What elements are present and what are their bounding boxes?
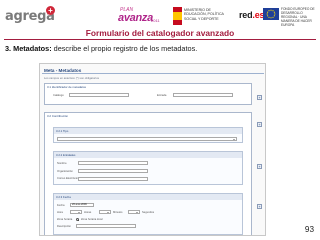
avanza-suffix: 2011 bbox=[151, 18, 160, 23]
spain-flag-icon bbox=[173, 7, 182, 25]
minutes-select[interactable] bbox=[99, 210, 111, 214]
ministerio-logo: MINISTERIO DE EDUCACIÓN, POLÍTICA SOCIAL… bbox=[173, 7, 229, 27]
seconds-label: Segundos bbox=[142, 211, 155, 214]
agrega-plus-icon: + bbox=[46, 6, 55, 15]
date-subpanel: 3.2.3 Fecha Fecha 20-ene-2009 Hora Horas… bbox=[53, 193, 243, 235]
date-description-label: Descripción bbox=[57, 225, 72, 228]
form-description: Los campos en asterisco (*) son obligato… bbox=[44, 76, 100, 80]
metadata-form-screenshot: Meta - Metadatos Los campos en asterisco… bbox=[39, 63, 266, 236]
hours-select[interactable] bbox=[70, 210, 82, 214]
eu-text: FONDO EUROPEO DE DESARROLLO REGIONAL · U… bbox=[281, 7, 315, 27]
type-subpanel-title: 3.2.1 Tipo bbox=[54, 128, 242, 134]
entities-subpanel: 3.2.2 Entidades Nombre Organización Corr… bbox=[53, 151, 243, 185]
type-subpanel: 3.2.1 Tipo bbox=[53, 127, 243, 143]
ministerio-text: MINISTERIO DE EDUCACIÓN, POLÍTICA SOCIAL… bbox=[184, 8, 224, 21]
title-divider bbox=[4, 39, 316, 40]
page-number: 93 bbox=[304, 225, 314, 234]
redes-logo: red.es bbox=[239, 10, 265, 20]
catalog-label: Catálogo bbox=[53, 94, 64, 97]
entities-subpanel-title: 3.2.2 Entidades bbox=[54, 152, 242, 158]
avanza-main: avanza bbox=[118, 12, 153, 24]
timezone-label: Zona horaria bbox=[57, 218, 73, 221]
identifier-panel-title: 3.1 Identificador de metadatos bbox=[47, 85, 86, 89]
hours-label: Horas bbox=[84, 211, 92, 214]
entity-name-label: Nombre bbox=[57, 162, 67, 165]
entity-org-label: Organización bbox=[57, 170, 73, 173]
add-identifier-button[interactable]: + bbox=[257, 95, 262, 100]
intro-description: describe el propio registro de los metad… bbox=[51, 44, 198, 53]
contribution-panel: 3.2 Contribución 3.2.1 Tipo 3.2.2 Entida… bbox=[44, 112, 252, 235]
redes-word: red bbox=[239, 10, 253, 20]
seconds-select[interactable] bbox=[128, 210, 140, 214]
add-contribution-button[interactable]: + bbox=[257, 122, 262, 127]
agrega-logo: agrega + bbox=[5, 6, 57, 26]
entry-input[interactable] bbox=[173, 93, 233, 97]
add-date-button[interactable]: + bbox=[257, 204, 262, 209]
date-input-value: 20-ene-2009 bbox=[72, 203, 87, 206]
entry-label: Entrada bbox=[157, 94, 167, 97]
date-description-input[interactable] bbox=[76, 224, 136, 228]
add-entity-button[interactable]: + bbox=[257, 164, 262, 169]
type-select[interactable] bbox=[57, 137, 237, 141]
intro-label: 3. Metadatos: bbox=[5, 44, 52, 53]
date-subpanel-title: 3.2.3 Fecha bbox=[54, 194, 242, 200]
date-label: Fecha bbox=[57, 204, 65, 207]
timezone-local-radio[interactable] bbox=[76, 218, 79, 221]
contribution-panel-title: 3.2 Contribución bbox=[47, 114, 69, 118]
form-window-title: Meta - Metadatos bbox=[42, 67, 264, 74]
minutes-label: Minutos bbox=[113, 211, 123, 214]
entity-email-label: Correo Electrónico bbox=[57, 177, 80, 180]
eu-logo: FONDO EUROPEO DE DESARROLLO REGIONAL · U… bbox=[263, 7, 317, 27]
time-label: Hora bbox=[57, 211, 63, 214]
entity-name-input[interactable] bbox=[78, 161, 148, 165]
entity-email-input[interactable] bbox=[78, 177, 148, 181]
intro-text: 3. Metadatos: describe el propio registr… bbox=[5, 44, 197, 53]
catalog-input[interactable] bbox=[69, 93, 129, 97]
eu-flag-icon bbox=[263, 8, 279, 20]
identifier-panel: 3.1 Identificador de metadatos Catálogo … bbox=[44, 83, 252, 105]
page-title: Formulario del catalogador avanzado bbox=[85, 28, 235, 38]
plan-avanza-logo: PLAN avanza 2011 bbox=[118, 7, 160, 25]
entity-org-input[interactable] bbox=[78, 169, 148, 173]
timezone-local-label: Zona horaria local bbox=[81, 218, 103, 221]
date-input[interactable]: 20-ene-2009 bbox=[70, 203, 94, 207]
